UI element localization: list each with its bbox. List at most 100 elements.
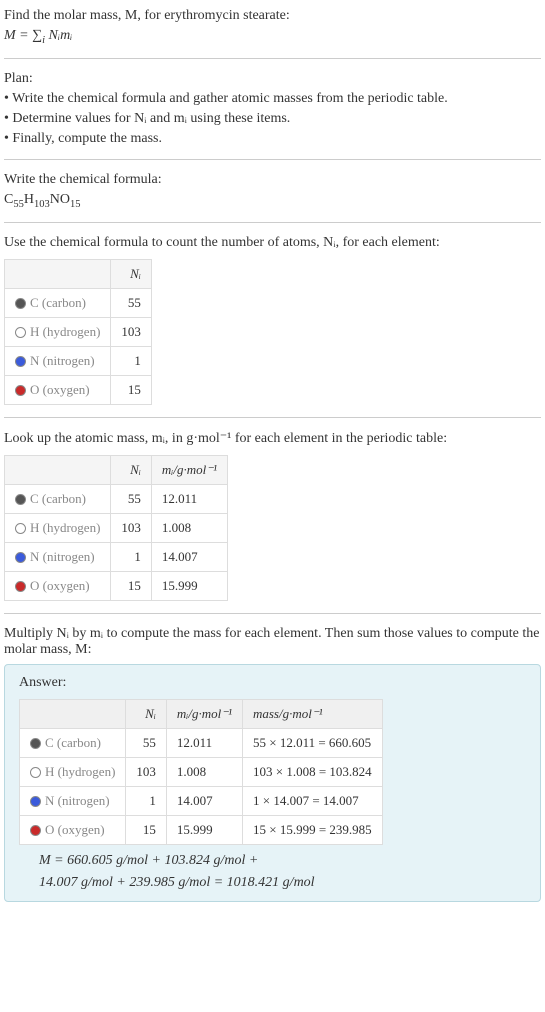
element-label: O (oxygen) (30, 578, 90, 593)
table-row: C (carbon) 55 (5, 288, 152, 317)
ni-value: 55 (126, 728, 167, 757)
final-mass-line1: M = 660.605 g/mol + 103.824 g/mol + (39, 853, 526, 869)
element-label: N (nitrogen) (30, 353, 95, 368)
element-cell: O (oxygen) (5, 375, 111, 404)
final-mass-line2: 14.007 g/mol + 239.985 g/mol = 1018.421 … (39, 875, 526, 891)
ni-value: 103 (111, 513, 152, 542)
divider (4, 58, 541, 59)
element-cell: N (nitrogen) (5, 542, 111, 571)
mass-value: 103 × 1.008 = 103.824 (242, 757, 382, 786)
plan-bullet-1: • Write the chemical formula and gather … (4, 91, 541, 107)
ni-value: 103 (126, 757, 167, 786)
count-intro: Use the chemical formula to count the nu… (4, 235, 541, 251)
table-row: O (oxygen) 15 15.999 15 × 15.999 = 239.9… (20, 815, 383, 844)
mass-value: 15 × 15.999 = 239.985 (242, 815, 382, 844)
carbon-dot-icon (15, 494, 26, 505)
element-label: O (oxygen) (45, 822, 105, 837)
ni-value: 55 (111, 484, 152, 513)
count-table: Nᵢ C (carbon) 55 H (hydrogen) 103 N (nit… (4, 259, 152, 405)
element-cell: H (hydrogen) (20, 757, 126, 786)
mi-value: 1.008 (151, 513, 227, 542)
element-label: O (oxygen) (30, 382, 90, 397)
ni-header: Nᵢ (111, 455, 152, 484)
element-label: H (hydrogen) (30, 520, 100, 535)
ni-header: Nᵢ (126, 699, 167, 728)
table-row: N (nitrogen) 1 14.007 1 × 14.007 = 14.00… (20, 786, 383, 815)
plan-bullet-3: • Finally, compute the mass. (4, 131, 541, 147)
ni-header: Nᵢ (111, 259, 152, 288)
answer-box: Answer: Nᵢ mᵢ/g·mol⁻¹ mass/g·mol⁻¹ C (ca… (4, 664, 541, 902)
table-row: H (hydrogen) 103 (5, 317, 152, 346)
mi-header: mᵢ/g·mol⁻¹ (151, 455, 227, 484)
mass-header: mass/g·mol⁻¹ (242, 699, 382, 728)
table-row: N (nitrogen) 1 (5, 346, 152, 375)
mi-value: 12.011 (166, 728, 242, 757)
mi-value: 1.008 (166, 757, 242, 786)
plan-bullet-2: • Determine values for Nᵢ and mᵢ using t… (4, 111, 541, 127)
chem-formula: C55H103NO15 (4, 192, 541, 210)
table-header-row: Nᵢ mᵢ/g·mol⁻¹ mass/g·mol⁻¹ (20, 699, 383, 728)
ni-value: 103 (111, 317, 152, 346)
sum-symbol: ∑ (32, 28, 42, 43)
element-cell: O (oxygen) (5, 571, 111, 600)
nitrogen-dot-icon (30, 796, 41, 807)
chem-heading: Write the chemical formula: (4, 172, 541, 188)
formula-m-eq: M = (4, 28, 32, 43)
carbon-dot-icon (15, 298, 26, 309)
chem-h-sub: 103 (34, 199, 50, 210)
table-row: H (hydrogen) 103 1.008 (5, 513, 228, 542)
element-label: C (carbon) (30, 491, 86, 506)
hydrogen-dot-icon (15, 523, 26, 534)
ni-value: 15 (111, 571, 152, 600)
chem-no: NO (50, 192, 70, 207)
empty-header (5, 259, 111, 288)
element-cell: C (carbon) (5, 484, 111, 513)
formula-terms: Nᵢmᵢ (45, 28, 72, 43)
chem-c-sub: 55 (13, 199, 24, 210)
mass-value: 55 × 12.011 = 660.605 (242, 728, 382, 757)
hydrogen-dot-icon (15, 327, 26, 338)
ni-value: 15 (111, 375, 152, 404)
mi-header: mᵢ/g·mol⁻¹ (166, 699, 242, 728)
nitrogen-dot-icon (15, 552, 26, 563)
element-label: C (carbon) (45, 735, 101, 750)
mass-value: 1 × 14.007 = 14.007 (242, 786, 382, 815)
chem-h: H (24, 192, 34, 207)
table-row: N (nitrogen) 1 14.007 (5, 542, 228, 571)
table-header-row: Nᵢ (5, 259, 152, 288)
chem-c: C (4, 192, 13, 207)
element-label: N (nitrogen) (45, 793, 110, 808)
mi-value: 15.999 (166, 815, 242, 844)
ni-value: 15 (126, 815, 167, 844)
multiply-intro: Multiply Nᵢ by mᵢ to compute the mass fo… (4, 626, 541, 658)
element-label: H (hydrogen) (45, 764, 115, 779)
ni-value: 1 (111, 346, 152, 375)
element-cell: N (nitrogen) (5, 346, 111, 375)
intro-formula: M = ∑i Nᵢmᵢ (4, 28, 541, 46)
mi-value: 14.007 (151, 542, 227, 571)
answer-label: Answer: (19, 675, 526, 691)
table-row: C (carbon) 55 12.011 (5, 484, 228, 513)
ni-value: 1 (126, 786, 167, 815)
mi-value: 15.999 (151, 571, 227, 600)
ni-value: 1 (111, 542, 152, 571)
oxygen-dot-icon (30, 825, 41, 836)
element-label: N (nitrogen) (30, 549, 95, 564)
nitrogen-dot-icon (15, 356, 26, 367)
carbon-dot-icon (30, 738, 41, 749)
element-cell: C (carbon) (5, 288, 111, 317)
oxygen-dot-icon (15, 581, 26, 592)
divider (4, 222, 541, 223)
table-row: H (hydrogen) 103 1.008 103 × 1.008 = 103… (20, 757, 383, 786)
answer-table: Nᵢ mᵢ/g·mol⁻¹ mass/g·mol⁻¹ C (carbon) 55… (19, 699, 383, 845)
oxygen-dot-icon (15, 385, 26, 396)
element-cell: O (oxygen) (20, 815, 126, 844)
divider (4, 613, 541, 614)
element-cell: C (carbon) (20, 728, 126, 757)
mi-value: 12.011 (151, 484, 227, 513)
empty-header (5, 455, 111, 484)
ni-value: 55 (111, 288, 152, 317)
lookup-table: Nᵢ mᵢ/g·mol⁻¹ C (carbon) 55 12.011 H (hy… (4, 455, 228, 601)
element-label: C (carbon) (30, 295, 86, 310)
lookup-intro: Look up the atomic mass, mᵢ, in g·mol⁻¹ … (4, 430, 541, 447)
